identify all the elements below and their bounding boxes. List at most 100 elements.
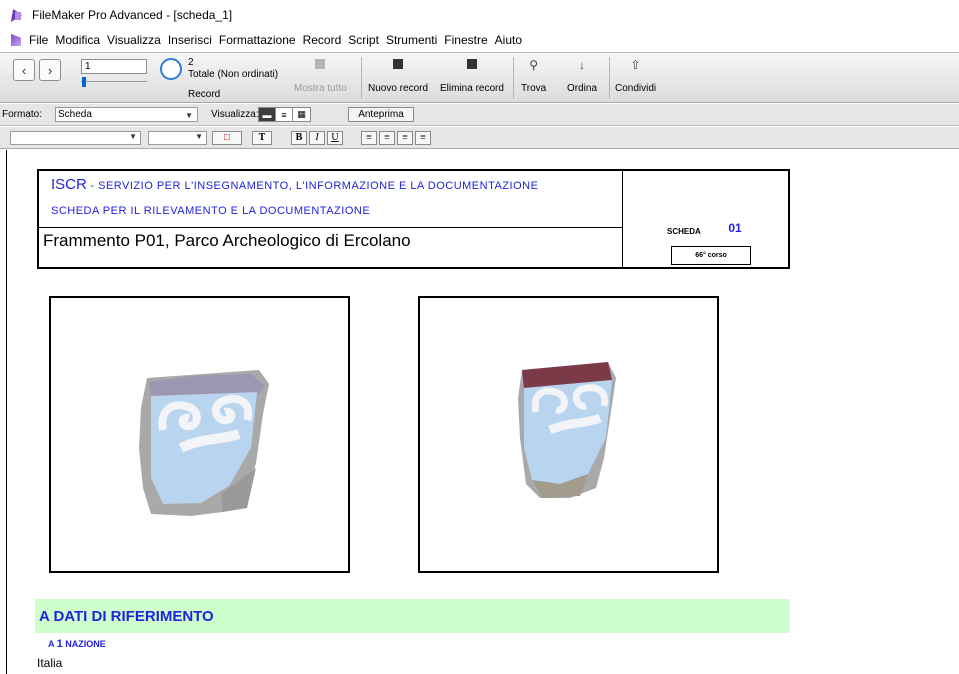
nation-field-label: A 1 NAZIONE [48, 638, 106, 650]
sort-icon: ↓ [579, 58, 585, 72]
record-slider-thumb[interactable] [82, 77, 86, 87]
table-view-button[interactable]: ▦ [293, 108, 310, 121]
chevron-down-icon: ▼ [185, 111, 193, 120]
justify-icon: ≡ [420, 132, 426, 143]
view-label: Visualizza: [211, 109, 259, 120]
format-bar: ▼ ▼ □ T B I U ≡ ≡ ≡ ≡ [0, 127, 959, 149]
menu-finestre[interactable]: Finestre [444, 33, 487, 47]
record-total: 2 [188, 57, 194, 68]
toolbar-separator [609, 57, 610, 99]
record-label: Record [188, 89, 221, 100]
table-view-icon: ▦ [297, 109, 306, 119]
section-title: A DATI DI RIFERIMENTO [39, 608, 214, 625]
photo-container-1[interactable] [49, 296, 350, 573]
menu-record[interactable]: Record [303, 33, 342, 47]
color-swatch-icon: □ [223, 132, 231, 143]
window-title: FileMaker Pro Advanced - [scheda_1] [32, 8, 233, 22]
record-count: 2 Totale (Non ordinati) [188, 57, 278, 81]
align-right-button[interactable]: ≡ [397, 131, 413, 145]
layout-select[interactable]: Scheda ▼ [55, 107, 198, 122]
font-size-select[interactable]: ▼ [148, 131, 207, 145]
menu-formattazione[interactable]: Formattazione [219, 33, 296, 47]
layout-boundary-line [6, 150, 7, 674]
scheda-number-field[interactable]: 01 [718, 220, 752, 237]
delete-record-label: Elimina record [440, 83, 504, 94]
chevron-down-icon: ▼ [129, 132, 137, 141]
sort-label: Ordina [567, 83, 598, 94]
institute-heading: ISCR - SERVIZIO PER L'INSEGNAMENTO, L'IN… [51, 176, 538, 193]
menu-file[interactable]: File [29, 33, 48, 47]
record-sort-status: Totale (Non ordinati) [188, 69, 279, 80]
photo-container-2[interactable] [418, 296, 719, 573]
nation-field[interactable]: Italia [37, 656, 62, 670]
record-slider-track[interactable] [81, 81, 147, 82]
record-pie-icon [160, 58, 182, 80]
underline-button[interactable]: U [327, 131, 343, 145]
fragment-title-field[interactable]: Frammento P01, Parco Archeologico di Erc… [43, 231, 411, 251]
form-view-button[interactable]: ▬ [259, 108, 276, 121]
bold-button[interactable]: B [291, 131, 307, 145]
menu-visualizza[interactable]: Visualizza [107, 33, 161, 47]
text-color-button[interactable]: □ [212, 131, 242, 145]
document-icon[interactable] [11, 34, 21, 46]
preview-button[interactable]: Anteprima [348, 107, 414, 122]
layout-select-value: Scheda [58, 109, 92, 120]
title-bar: FileMaker Pro Advanced - [scheda_1] [0, 0, 959, 30]
next-record-button[interactable]: › [39, 59, 61, 81]
menu-script[interactable]: Script [348, 33, 379, 47]
menu-aiuto[interactable]: Aiuto [495, 33, 522, 47]
list-view-icon: ≡ [281, 109, 287, 120]
menu-modifica[interactable]: Modifica [55, 33, 100, 47]
list-view-button[interactable]: ≡ [276, 108, 293, 121]
current-record-input[interactable]: 1 [81, 59, 147, 74]
form-view-icon: ▬ [262, 109, 272, 120]
find-button[interactable]: ⚲ Trova [521, 59, 546, 94]
italic-button[interactable]: I [309, 131, 325, 145]
align-left-icon: ≡ [366, 132, 372, 143]
scheda-label: SCHEDA [667, 227, 701, 236]
share-icon: ⇧ [630, 58, 641, 72]
chevron-right-icon: › [47, 62, 53, 78]
share-button[interactable]: ⇧ Condividi [615, 59, 656, 94]
filemaker-app-icon [11, 9, 24, 22]
new-record-button[interactable]: Nuovo record [368, 59, 428, 94]
fragment-photo-1 [139, 370, 269, 516]
new-record-icon [393, 59, 404, 69]
format-label: Formato: [2, 109, 43, 120]
sub-label-prefix: A [48, 639, 57, 649]
chevron-down-icon: ▼ [195, 132, 203, 141]
menu-bar: File Modifica Visualizza Inserisci Forma… [0, 30, 959, 50]
toolbar-separator [513, 57, 514, 99]
layout-bar: Formato: Scheda ▼ Visualizza: ▬ ≡ ▦ Ante… [0, 104, 959, 126]
search-icon: ⚲ [529, 58, 538, 72]
align-left-button[interactable]: ≡ [361, 131, 377, 145]
align-right-icon: ≡ [402, 132, 408, 143]
menu-inserisci[interactable]: Inserisci [168, 33, 212, 47]
chevron-left-icon: ‹ [21, 62, 27, 78]
delete-record-icon [466, 59, 477, 69]
course-field[interactable]: 66° corso [671, 246, 751, 265]
show-all-button[interactable]: Mostra tutto [294, 59, 347, 94]
find-label: Trova [521, 83, 547, 94]
institute-acronym: ISCR [51, 176, 87, 193]
align-center-icon: ≡ [384, 132, 390, 143]
form-subtitle: SCHEDA PER IL RILEVAMENTO E LA DOCUMENTA… [51, 205, 371, 217]
toolbar-separator [361, 57, 362, 99]
font-select[interactable]: ▼ [10, 131, 141, 145]
text-tool-button[interactable]: T [252, 131, 272, 145]
new-record-label: Nuovo record [368, 83, 429, 94]
view-switcher: ▬ ≡ ▦ [258, 107, 311, 122]
sub-label-text: NAZIONE [62, 639, 106, 649]
delete-record-button[interactable]: Elimina record [440, 59, 504, 94]
institute-name: - SERVIZIO PER L'INSEGNAMENTO, L'INFORMA… [86, 180, 539, 192]
sort-button[interactable]: ↓ Ordina [567, 59, 597, 94]
justify-button[interactable]: ≡ [415, 131, 431, 145]
align-center-button[interactable]: ≡ [379, 131, 395, 145]
share-label: Condividi [615, 83, 657, 94]
header-divider [622, 169, 623, 269]
previous-record-button[interactable]: ‹ [13, 59, 35, 81]
show-all-label: Mostra tutto [294, 83, 347, 94]
fragment-photo-2 [518, 362, 616, 498]
header-divider [39, 227, 622, 228]
menu-strumenti[interactable]: Strumenti [386, 33, 437, 47]
